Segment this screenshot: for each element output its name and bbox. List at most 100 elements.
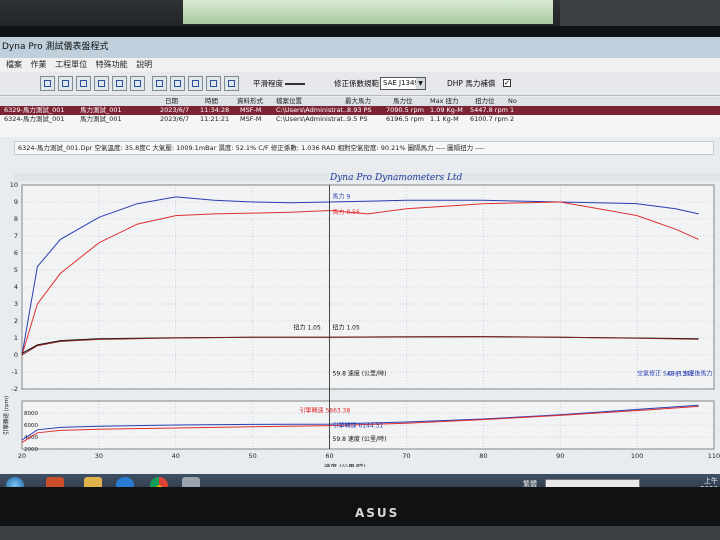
x-axis-label: 速度 (公里/時)	[324, 462, 366, 467]
cell-time: 11:34:28	[200, 106, 230, 114]
grid-icon[interactable]	[170, 76, 185, 91]
y-tick-label: 3	[14, 300, 18, 308]
folder-icon[interactable]	[84, 477, 102, 487]
y-tick-label: 7	[14, 232, 18, 240]
table-row[interactable]: 6329-馬力測試_001 馬力測試_001 2023/6/7 11:34:28…	[0, 106, 720, 115]
zoom-icon[interactable]	[224, 76, 239, 91]
correction-value: SAE J1349	[383, 79, 419, 87]
col-header: 檔案位置	[276, 97, 302, 105]
legend-label: DHP 空定後馬力	[668, 369, 713, 377]
col-header: 時間	[205, 97, 218, 105]
chart-icon[interactable]	[94, 76, 109, 91]
menu-units[interactable]: 工程單位	[55, 58, 87, 72]
menu-special[interactable]: 特殊功能	[96, 58, 128, 72]
plot-area: Dyna Pro Dynamometers Ltd 20 30 40 50 60 70 80…	[0, 157, 720, 467]
chart-icon[interactable]	[76, 76, 91, 91]
y-tick-label: 5	[14, 266, 18, 274]
chrome-icon[interactable]	[150, 477, 168, 487]
menu-bar: 檔案 作業 工程單位 特殊功能 說明	[0, 58, 720, 72]
col-header: 日期	[165, 97, 178, 105]
menu-help[interactable]: 說明	[136, 58, 152, 72]
y-tick-label: 1	[14, 334, 18, 342]
taskbar: 繁體 上午 2023	[0, 474, 720, 487]
cell-name: 6324-馬力測試_001	[4, 115, 65, 123]
y-tick-label: 2000	[24, 447, 38, 453]
y-axis-label: 引擎轉速 (rpm)	[2, 396, 10, 435]
y-tick-label: 6000	[24, 423, 38, 429]
window-titlebar: Dyna Pro 測試儀表盤程式	[0, 37, 720, 58]
rpm-readout: 引擎轉速 5863.38	[300, 406, 351, 414]
cell-name: 6329-馬力測試_001	[4, 106, 65, 114]
col-header: 最大馬力	[345, 97, 371, 105]
dyno-chart-svg[interactable]: 20 30 40 50 60 70 80 90 100 110 -2 -1 0 1 2 3 4 5 6 7 8 9 10 20…	[0, 157, 720, 467]
input-language[interactable]: 繁體	[523, 479, 537, 487]
cell-type: MSF-M	[240, 115, 262, 123]
x-tick-label: 30	[95, 452, 103, 460]
smooth-slider[interactable]	[285, 83, 305, 85]
cursor-icon[interactable]	[206, 76, 221, 91]
chart-icon[interactable]	[112, 76, 127, 91]
cell-path: C:\Users\Administrat...	[276, 115, 350, 123]
x-tick-label: 110	[708, 452, 720, 460]
cell-max-torque: 1.09 Kg-M	[430, 106, 463, 114]
speed-readout: 59.8 速度 (公里/時)	[333, 435, 387, 443]
screen: Dyna Pro 測試儀表盤程式 檔案 作業 工程單位 特殊功能 說明 平滑程度…	[0, 37, 720, 487]
menu-job[interactable]: 作業	[31, 58, 47, 72]
power-readout: 馬力 9	[333, 193, 351, 201]
grid-icon[interactable]	[152, 76, 167, 91]
photo-scene: Dyna Pro 測試儀表盤程式 檔案 作業 工程單位 特殊功能 說明 平滑程度…	[0, 0, 720, 540]
cell-type: MSF-M	[240, 106, 262, 114]
y-tick-label: 6	[14, 249, 18, 257]
window-title: Dyna Pro 測試儀表盤程式	[2, 42, 109, 52]
ie-icon[interactable]	[116, 477, 134, 487]
grid-icon[interactable]	[188, 76, 203, 91]
col-header: Max 扭力	[430, 97, 459, 105]
taskbar-search[interactable]	[545, 479, 640, 487]
cell-max-power: 9.5 PS	[347, 115, 368, 123]
torque-readout: 扭力 1.05	[294, 324, 321, 332]
cell-no: 2	[510, 115, 515, 123]
y-tick-label: -2	[12, 385, 18, 393]
chart-icon[interactable]	[58, 76, 73, 91]
menu-file[interactable]: 檔案	[6, 58, 22, 72]
y-tick-label: 10	[10, 181, 18, 189]
chevron-down-icon: ▼	[416, 78, 425, 89]
run-info-bar: 6324-馬力測試_001.Dpr 空氣溫度: 35.8度C 大氣壓: 1009…	[14, 141, 714, 155]
cell-path: C:\Users\Administrat...	[276, 106, 350, 114]
cell-time: 11:21:21	[200, 115, 230, 123]
x-tick-label: 60	[325, 452, 333, 460]
cell-torque-rpm: 6100.7 rpm	[470, 115, 508, 123]
start-icon[interactable]	[6, 477, 24, 487]
x-tick-label: 100	[631, 452, 643, 460]
table-row[interactable]: 6324-馬力測試_001 馬力測試_001 2023/6/7 11:21:21…	[0, 115, 720, 124]
cell-power-rpm: 6196.5 rpm	[386, 115, 424, 123]
chart-icon[interactable]	[40, 76, 55, 91]
x-tick-label: 20	[18, 452, 26, 460]
table-header: 日期 時間 資料形式 檔案位置 最大馬力 馬力位 Max 扭力 扭力位 No	[0, 97, 720, 106]
x-tick-label: 50	[249, 452, 257, 460]
x-tick-label: 70	[402, 452, 410, 460]
cell-label: 馬力測試_001	[80, 106, 122, 114]
cell-date: 2023/6/7	[160, 115, 190, 123]
monitor-logo: ASUS	[355, 506, 400, 520]
cell-torque-rpm: 5447.8 rpm	[470, 106, 508, 114]
smooth-label: 平滑程度	[253, 79, 283, 88]
power-readout: 馬力 8.56	[333, 208, 360, 216]
y-tick-label: -1	[12, 368, 18, 376]
dyno-app-icon[interactable]	[182, 477, 200, 487]
correction-select[interactable]: SAE J1349 ▼	[380, 77, 426, 90]
cell-label: 馬力測試_001	[80, 115, 122, 123]
x-tick-label: 80	[479, 452, 487, 460]
background-window	[183, 0, 553, 24]
taskbar-clock: 上午 2023	[700, 477, 718, 487]
col-header: No	[508, 97, 517, 105]
media-icon[interactable]	[46, 477, 64, 487]
rpm-readout: 引擎轉速 6144.31	[333, 421, 384, 429]
y-tick-label: 0	[14, 351, 18, 359]
toolbar: 平滑程度 修正係數規範 SAE J1349 ▼ DHP 馬力補償 ✓	[0, 72, 720, 96]
y-tick-label: 8000	[24, 411, 38, 417]
correction-label: 修正係數規範	[334, 79, 379, 88]
x-tick-label: 40	[172, 452, 180, 460]
chart-icon[interactable]	[130, 76, 145, 91]
dhp-checkbox[interactable]: ✓	[503, 79, 511, 87]
